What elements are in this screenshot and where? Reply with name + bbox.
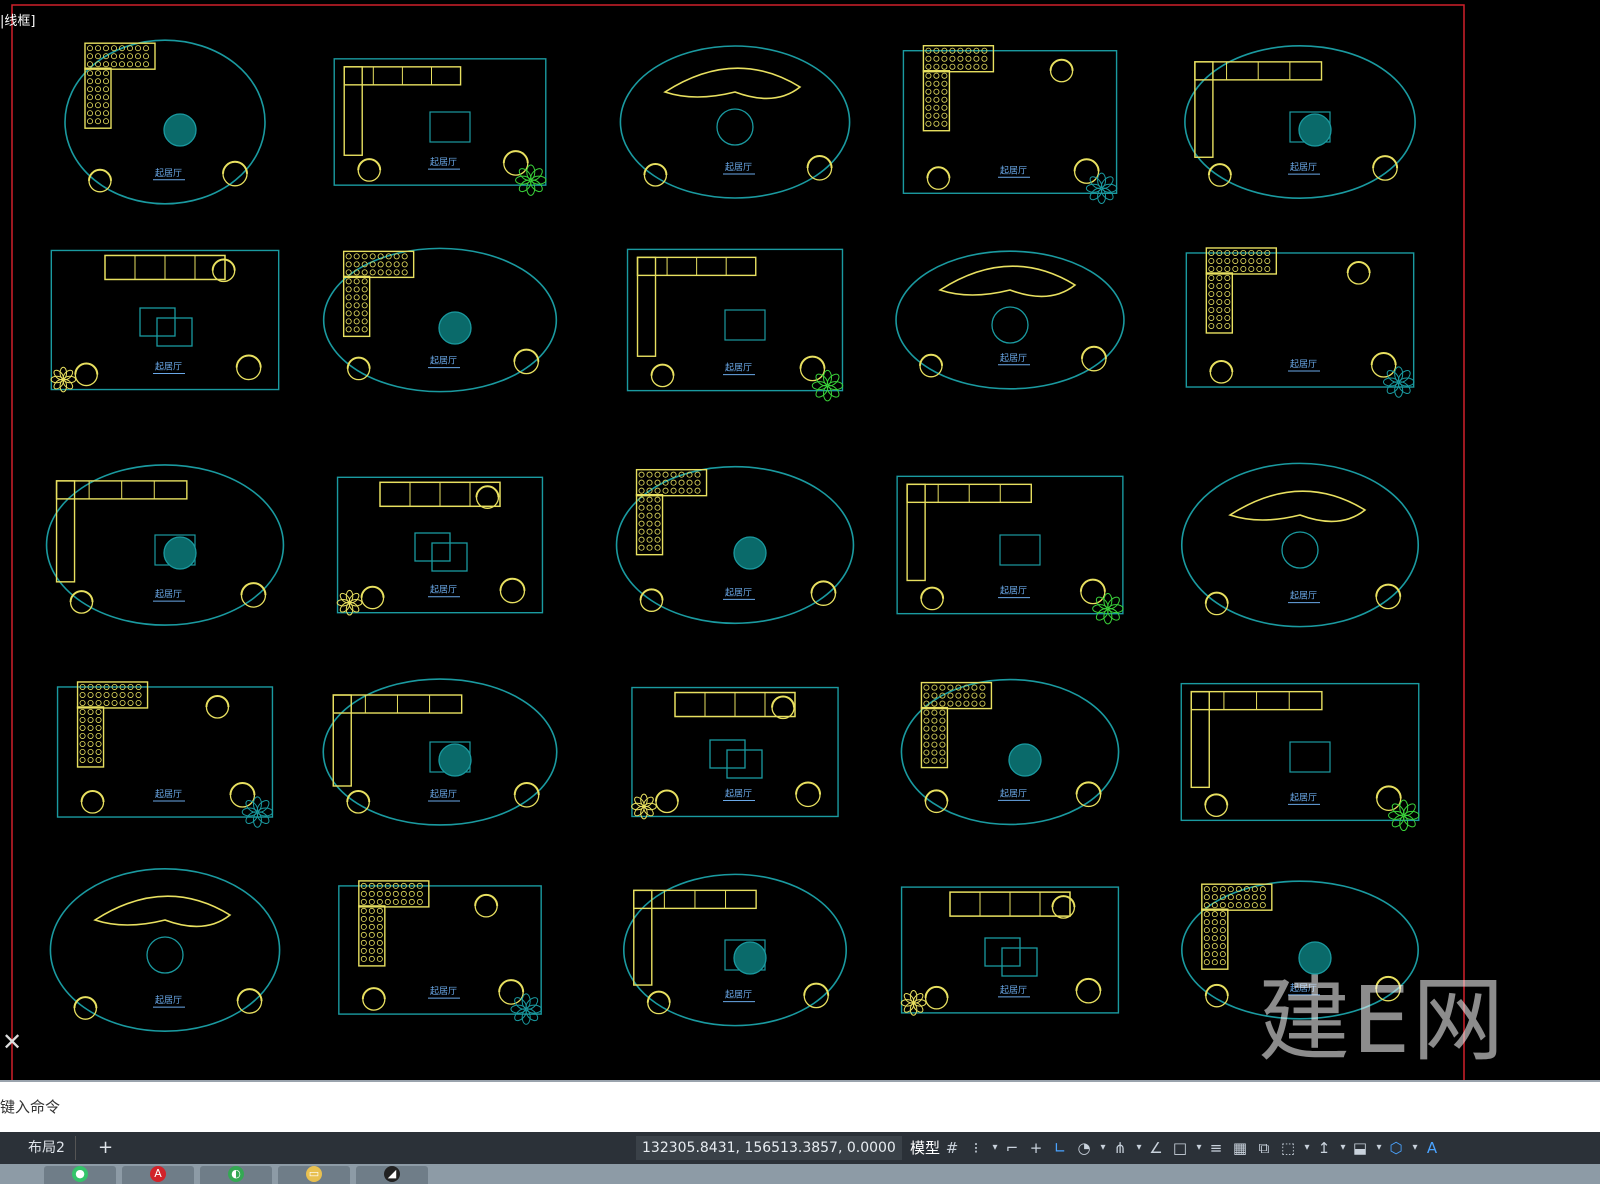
furniture-block-17: 起居厅 xyxy=(322,678,558,826)
furniture-block-4: 起居厅 xyxy=(902,45,1118,204)
furniture-block-9: 起居厅 xyxy=(895,250,1125,390)
furniture-block-3: 起居厅 xyxy=(619,45,851,199)
block-label: 起居厅 xyxy=(1290,162,1317,173)
block-label: 起居厅 xyxy=(1000,985,1027,996)
grid-icon[interactable]: # xyxy=(942,1138,962,1158)
taskbar: ● A ◐ ▭ ◢ xyxy=(0,1164,1600,1184)
block-label: 起居厅 xyxy=(430,986,457,997)
block-label: 起居厅 xyxy=(1290,359,1317,370)
units-dropdown-caret-icon[interactable]: ▾ xyxy=(1410,1138,1420,1158)
snap-icon[interactable]: ⁝ xyxy=(966,1138,986,1158)
furniture-block-20: 起居厅 xyxy=(1180,682,1420,832)
isodraft-dropdown-caret-icon[interactable]: ▾ xyxy=(1134,1138,1144,1158)
furniture-block-23: 起居厅 xyxy=(622,873,848,1027)
block-label: 起居厅 xyxy=(430,585,457,596)
app5-glyph-icon: ◢ xyxy=(384,1166,400,1182)
polar-dropdown-caret-icon[interactable]: ▾ xyxy=(1098,1138,1108,1158)
furniture-block-12: 起居厅 xyxy=(336,476,544,616)
block-label: 起居厅 xyxy=(155,589,182,600)
floor-plan-drawing[interactable]: 起居厅起居厅 起居厅 起居厅 起居厅起居厅起居厅起居厅起居厅起居厅起居厅 起居厅 起居厅起… xyxy=(0,0,1600,1080)
tab-layout2[interactable]: 布局2 xyxy=(18,1136,76,1160)
furniture-block-2: 起居厅 xyxy=(333,58,547,196)
ucs-icon[interactable]: ↥ xyxy=(1314,1138,1334,1158)
block-label: 起居厅 xyxy=(1000,586,1027,597)
transparency-icon[interactable]: ▦ xyxy=(1230,1138,1250,1158)
app5-taskbar-icon[interactable]: ◢ xyxy=(356,1166,428,1184)
block-label: 起居厅 xyxy=(1000,353,1027,364)
ortho-icon[interactable]: ∟ xyxy=(1050,1138,1070,1158)
block-label: 起居厅 xyxy=(1000,165,1027,176)
block-label: 起居厅 xyxy=(725,587,752,598)
block-label: 起居厅 xyxy=(155,362,182,373)
ucs-dropdown-caret-icon[interactable]: ▾ xyxy=(1338,1138,1348,1158)
wechat-glyph-icon: ● xyxy=(72,1166,88,1182)
dynamic-input-icon[interactable]: + xyxy=(1026,1138,1046,1158)
3d-osnap-dropdown-caret-icon[interactable]: ▾ xyxy=(1302,1138,1312,1158)
block-label: 起居厅 xyxy=(725,990,752,1001)
annotation-scale-icon[interactable]: A xyxy=(1422,1138,1442,1158)
annotation-monitor-icon[interactable]: ⬓ xyxy=(1350,1138,1370,1158)
furniture-block-1: 起居厅 xyxy=(64,39,266,205)
wechat-taskbar-icon[interactable]: ● xyxy=(44,1166,116,1184)
coordinates-readout[interactable]: 132305.8431, 156513.3857, 0.0000 xyxy=(636,1136,902,1160)
selection-cycling-icon[interactable]: ⧉ xyxy=(1254,1138,1274,1158)
block-label: 起居厅 xyxy=(155,995,182,1006)
model-space-button[interactable]: 模型 xyxy=(906,1136,944,1160)
block-label: 起居厅 xyxy=(430,789,457,800)
object-snap-icon[interactable]: □ xyxy=(1170,1138,1190,1158)
browser-taskbar-icon[interactable]: ◐ xyxy=(200,1166,272,1184)
object-snap-tracking-icon[interactable]: ∠ xyxy=(1146,1138,1166,1158)
browser-glyph-icon: ◐ xyxy=(228,1166,244,1182)
block-label: 起居厅 xyxy=(1290,983,1317,994)
furniture-block-8: 起居厅 xyxy=(626,248,844,402)
object-snap-dropdown-caret-icon[interactable]: ▾ xyxy=(1194,1138,1204,1158)
command-line[interactable]: 键入命令 xyxy=(0,1080,1600,1132)
ucs-close-icon[interactable]: ✕ xyxy=(2,1030,22,1054)
lineweight-icon[interactable]: ≡ xyxy=(1206,1138,1226,1158)
annotation-monitor-dropdown-caret-icon[interactable]: ▾ xyxy=(1374,1138,1384,1158)
folder-glyph-icon: ▭ xyxy=(306,1166,322,1182)
furniture-block-10: 起居厅 xyxy=(1185,247,1415,398)
folder-taskbar-icon[interactable]: ▭ xyxy=(278,1166,350,1184)
viewport-controls-label[interactable]: |线框] xyxy=(0,10,35,29)
furniture-block-14: 起居厅 xyxy=(896,475,1124,625)
block-label: 起居厅 xyxy=(1290,792,1317,803)
block-label: 起居厅 xyxy=(155,168,182,179)
drawing-viewport[interactable]: 起居厅 起居厅 起居厅 起居厅 起居厅 起居厅 起居厅 起居厅 起居厅 起居厅 起居厅 起居厅 起居厅起… xyxy=(0,0,1600,1080)
furniture-block-11: 起居厅 xyxy=(45,464,285,626)
autocad-glyph-icon: A xyxy=(150,1166,166,1182)
autocad-taskbar-icon[interactable]: A xyxy=(122,1166,194,1184)
furniture-block-21: 起居厅 xyxy=(49,868,281,1032)
block-label: 起居厅 xyxy=(725,162,752,173)
block-label: 起居厅 xyxy=(725,363,752,374)
furniture-block-7: 起居厅 xyxy=(322,247,558,393)
units-icon[interactable]: ⬡ xyxy=(1386,1138,1406,1158)
furniture-block-13: 起居厅 xyxy=(615,465,855,625)
block-label: 起居厅 xyxy=(430,356,457,367)
furniture-block-24: 起居厅 xyxy=(900,886,1120,1016)
command-prompt[interactable]: 键入命令 xyxy=(0,1096,60,1117)
block-label: 起居厅 xyxy=(725,788,752,799)
furniture-block-5: 起居厅 xyxy=(1184,45,1416,199)
polar-icon[interactable]: ◔ xyxy=(1074,1138,1094,1158)
add-layout-button[interactable]: + xyxy=(88,1136,123,1160)
furniture-block-18: 起居厅 xyxy=(631,686,839,820)
infer-icon[interactable]: ⌐ xyxy=(1002,1138,1022,1158)
furniture-block-22: 起居厅 xyxy=(338,880,542,1025)
furniture-block-16: 起居厅 xyxy=(56,681,274,828)
block-label: 起居厅 xyxy=(1000,788,1027,799)
status-bar: 布局2 + 132305.8431, 156513.3857, 0.0000 模… xyxy=(0,1132,1600,1164)
block-label: 起居厅 xyxy=(155,789,182,800)
3d-osnap-icon[interactable]: ⬚ xyxy=(1278,1138,1298,1158)
furniture-block-25: 起居厅 xyxy=(1181,880,1419,1020)
snap-dropdown-caret-icon[interactable]: ▾ xyxy=(990,1138,1000,1158)
block-label: 起居厅 xyxy=(1290,591,1317,602)
isodraft-icon[interactable]: ⋔ xyxy=(1110,1138,1130,1158)
block-label: 起居厅 xyxy=(430,157,457,168)
furniture-block-15: 起居厅 xyxy=(1180,462,1420,628)
furniture-block-6: 起居厅 xyxy=(50,249,280,393)
furniture-block-19: 起居厅 xyxy=(900,678,1120,826)
